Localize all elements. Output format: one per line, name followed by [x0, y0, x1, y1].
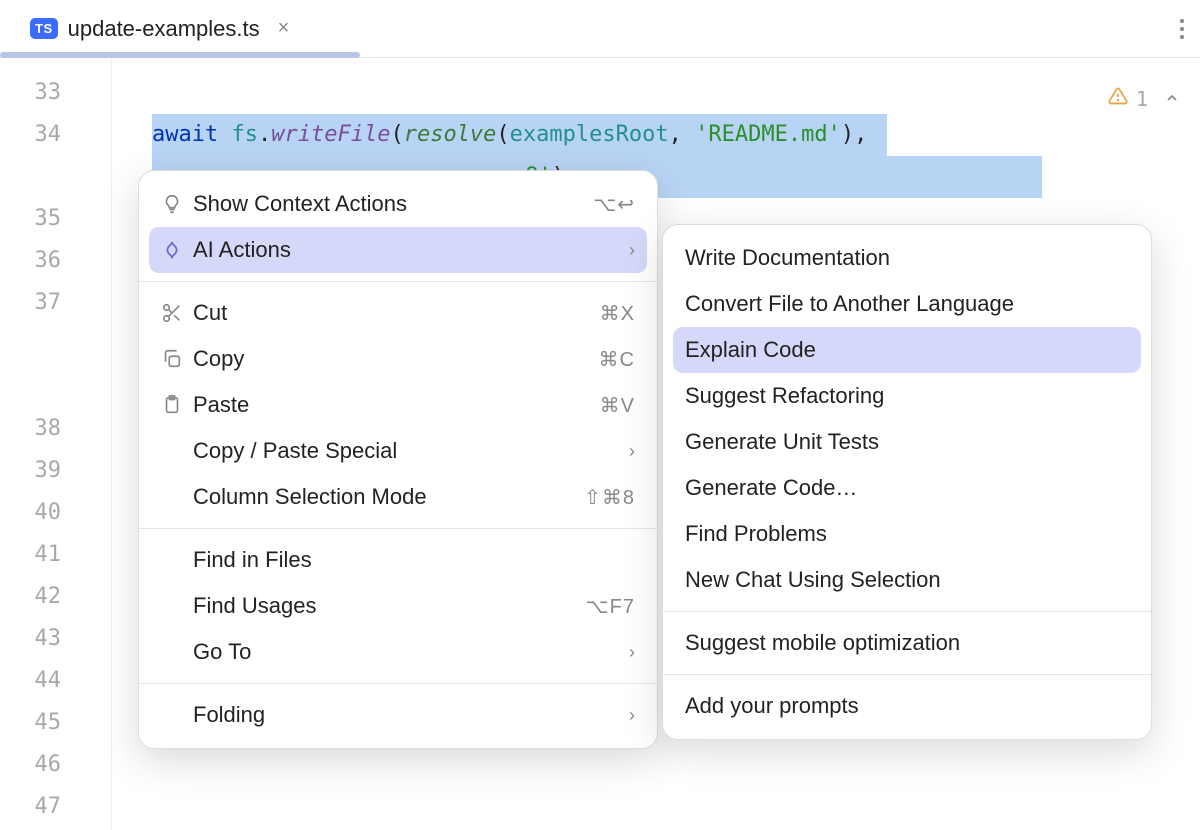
- shortcut: ⌥F7: [586, 594, 635, 619]
- line-number: 37: [0, 282, 111, 408]
- scissors-icon: [161, 302, 193, 324]
- menu-label: Convert File to Another Language: [685, 291, 1129, 317]
- menu-label: Find Problems: [685, 521, 1129, 547]
- tab-filename: update-examples.ts: [68, 16, 260, 42]
- menu-label: Cut: [193, 300, 600, 326]
- menu-label: Add your prompts: [685, 693, 1129, 719]
- close-icon[interactable]: ×: [278, 17, 290, 40]
- submenu-explain-code[interactable]: Explain Code: [673, 327, 1141, 373]
- menu-label: Suggest Refactoring: [685, 383, 1129, 409]
- submenu-find-problems[interactable]: Find Problems: [663, 511, 1151, 557]
- line-number: 44: [0, 660, 111, 702]
- menu-label: Explain Code: [685, 337, 1129, 363]
- menu-label: Column Selection Mode: [193, 484, 584, 510]
- menu-label: AI Actions: [193, 237, 629, 263]
- context-menu: Show Context Actions ⌥↩ AI Actions › Cut…: [138, 170, 658, 749]
- line-number: 39: [0, 450, 111, 492]
- menu-label: Find in Files: [193, 547, 635, 573]
- chevron-right-icon: ›: [629, 642, 635, 663]
- chevron-right-icon: ›: [629, 240, 635, 261]
- chevron-up-icon[interactable]: [1164, 78, 1180, 120]
- menu-separator: [663, 674, 1151, 675]
- line-number: [0, 156, 111, 198]
- submenu-mobile-optimization[interactable]: Suggest mobile optimization: [663, 620, 1151, 666]
- chevron-right-icon: ›: [629, 705, 635, 726]
- copy-icon: [161, 348, 193, 370]
- shortcut: ⌘V: [600, 393, 635, 418]
- menu-show-context-actions[interactable]: Show Context Actions ⌥↩: [139, 181, 657, 227]
- line-number: 40: [0, 492, 111, 534]
- file-type-badge: TS: [30, 18, 58, 39]
- code-line: await fs.writeFile(resolve(examplesRoot,…: [152, 114, 887, 156]
- menu-go-to[interactable]: Go To ›: [139, 629, 657, 675]
- line-number: 47: [0, 786, 111, 828]
- line-number: 38: [0, 408, 111, 450]
- shortcut: ⌘C: [599, 347, 635, 372]
- shortcut: ⌘X: [600, 301, 635, 326]
- menu-find-usages[interactable]: Find Usages ⌥F7: [139, 583, 657, 629]
- menu-label: Paste: [193, 392, 600, 418]
- submenu-suggest-refactoring[interactable]: Suggest Refactoring: [663, 373, 1151, 419]
- menu-paste[interactable]: Paste ⌘V: [139, 382, 657, 428]
- menu-label: Suggest mobile optimization: [685, 630, 1129, 656]
- warning-count: 1: [1136, 78, 1148, 120]
- clipboard-icon: [161, 394, 193, 416]
- menu-label: Write Documentation: [685, 245, 1129, 271]
- gutter: 33 34 35 36 37 38 39 40 41 42 43 44 45 4…: [0, 58, 112, 830]
- submenu-add-prompts[interactable]: Add your prompts: [663, 683, 1151, 729]
- submenu-generate-unit-tests[interactable]: Generate Unit Tests: [663, 419, 1151, 465]
- submenu-write-documentation[interactable]: Write Documentation: [663, 235, 1151, 281]
- menu-label: New Chat Using Selection: [685, 567, 1129, 593]
- menu-label: Generate Unit Tests: [685, 429, 1129, 455]
- ai-icon: [161, 239, 193, 261]
- line-number: 42: [0, 576, 111, 618]
- menu-find-in-files[interactable]: Find in Files: [139, 537, 657, 583]
- more-icon[interactable]: [1172, 11, 1192, 47]
- submenu-convert-file[interactable]: Convert File to Another Language: [663, 281, 1151, 327]
- menu-label: Folding: [193, 702, 629, 728]
- warning-icon: [1108, 78, 1128, 120]
- submenu-generate-code[interactable]: Generate Code…: [663, 465, 1151, 511]
- line-number: 34: [0, 114, 111, 156]
- menu-copy-paste-special[interactable]: Copy / Paste Special ›: [139, 428, 657, 474]
- line-number: 35: [0, 198, 111, 240]
- menu-cut[interactable]: Cut ⌘X: [139, 290, 657, 336]
- menu-separator: [139, 528, 657, 529]
- bulb-icon: [161, 193, 193, 215]
- menu-label: Copy: [193, 346, 599, 372]
- menu-separator: [139, 281, 657, 282]
- submenu-new-chat[interactable]: New Chat Using Selection: [663, 557, 1151, 603]
- line-number: 46: [0, 744, 111, 786]
- file-tab[interactable]: TS update-examples.ts ×: [12, 0, 307, 57]
- line-number: 43: [0, 618, 111, 660]
- line-number: 33: [0, 72, 111, 114]
- shortcut: ⇧⌘8: [584, 485, 635, 510]
- tab-bar: TS update-examples.ts ×: [0, 0, 1200, 58]
- inspections-widget[interactable]: 1: [1108, 78, 1180, 120]
- menu-copy[interactable]: Copy ⌘C: [139, 336, 657, 382]
- shortcut: ⌥↩: [593, 192, 635, 217]
- menu-column-selection[interactable]: Column Selection Mode ⇧⌘8: [139, 474, 657, 520]
- menu-label: Show Context Actions: [193, 191, 593, 217]
- ai-actions-submenu: Write Documentation Convert File to Anot…: [662, 224, 1152, 740]
- line-number: 36: [0, 240, 111, 282]
- menu-folding[interactable]: Folding ›: [139, 692, 657, 738]
- menu-label: Copy / Paste Special: [193, 438, 629, 464]
- chevron-right-icon: ›: [629, 441, 635, 462]
- menu-label: Generate Code…: [685, 475, 1129, 501]
- menu-ai-actions[interactable]: AI Actions ›: [149, 227, 647, 273]
- line-number: 41: [0, 534, 111, 576]
- menu-label: Find Usages: [193, 593, 586, 619]
- menu-label: Go To: [193, 639, 629, 665]
- menu-separator: [663, 611, 1151, 612]
- menu-separator: [139, 683, 657, 684]
- line-number: 45: [0, 702, 111, 744]
